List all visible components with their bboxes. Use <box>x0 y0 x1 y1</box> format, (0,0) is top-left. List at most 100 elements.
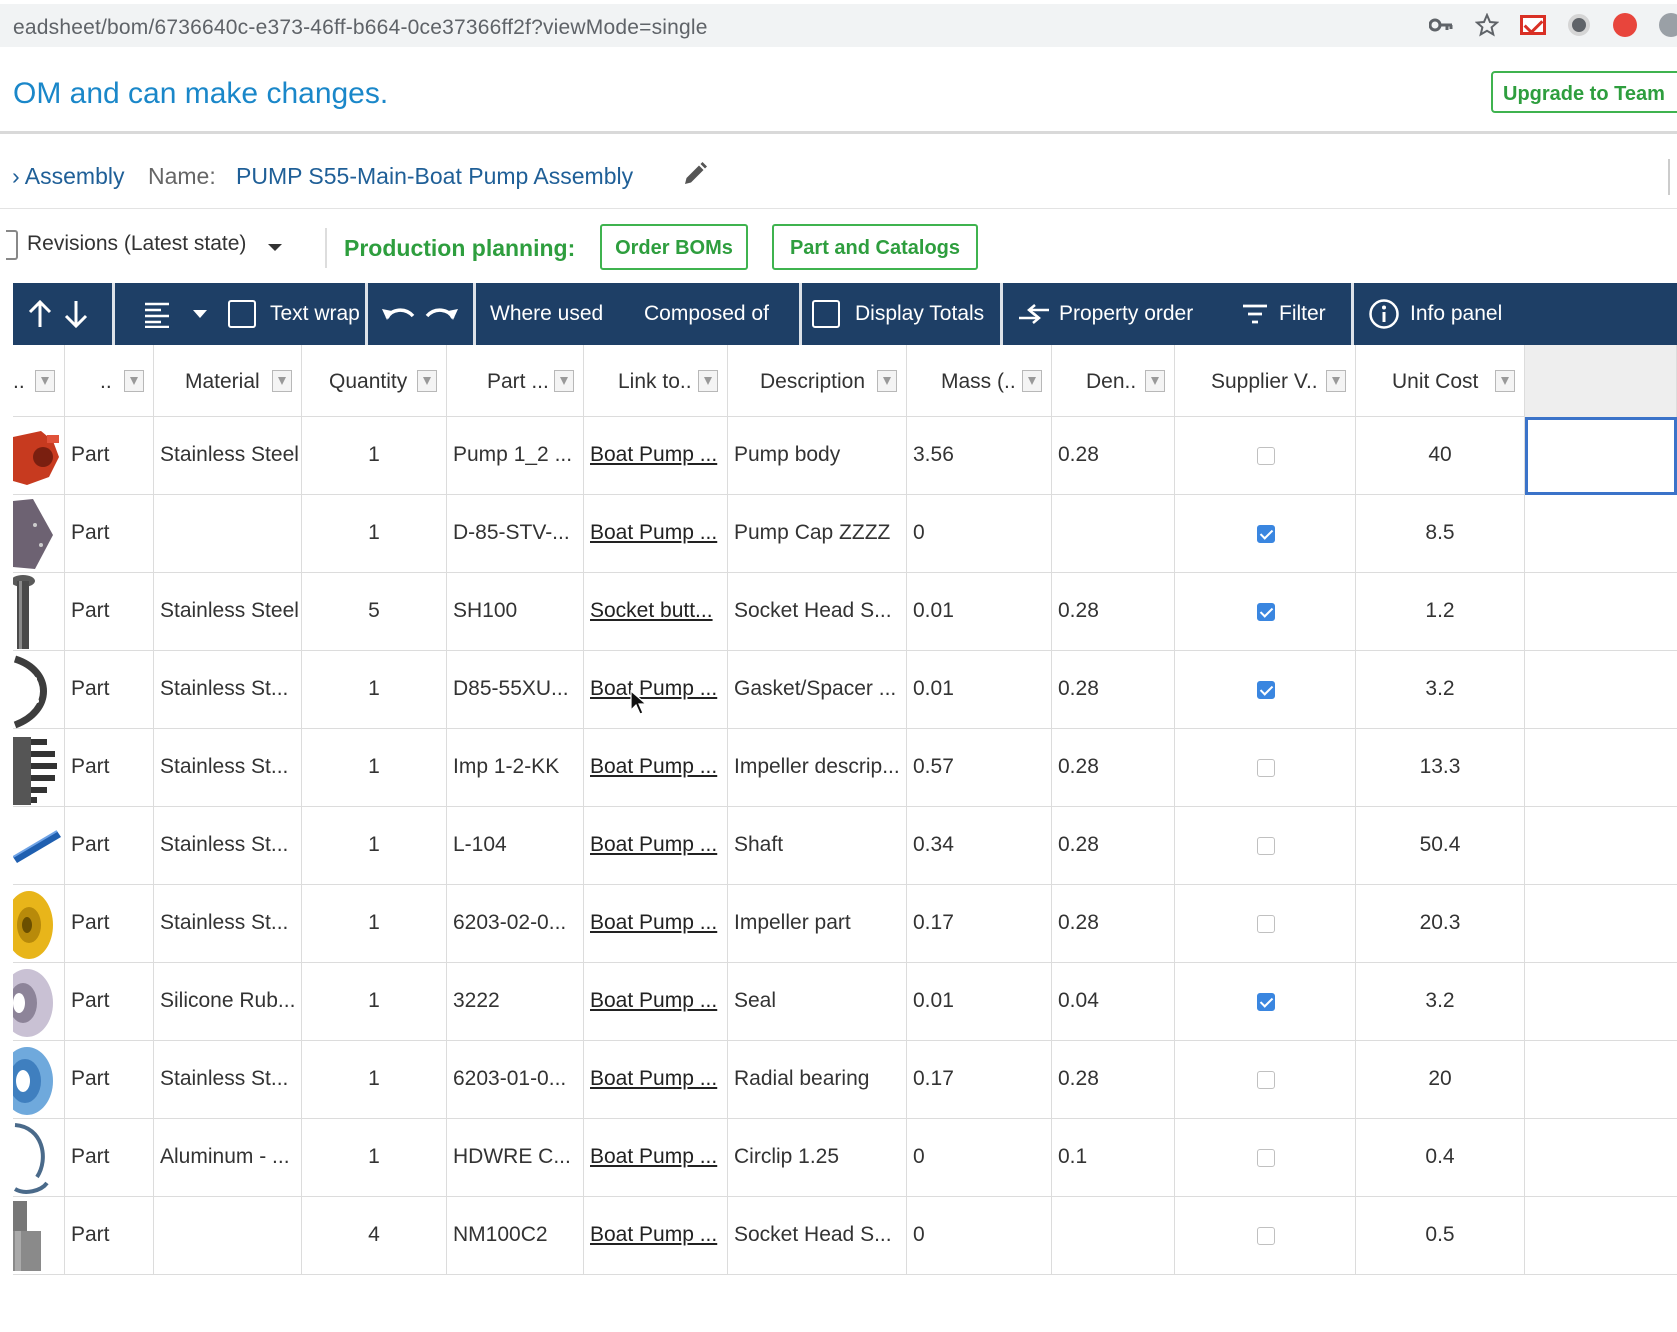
col-header-material[interactable]: Material <box>154 345 302 417</box>
part-thumbnail[interactable] <box>13 1197 65 1275</box>
cell-description[interactable]: Pump Cap ZZZZ <box>728 495 907 573</box>
cell-unit-cost[interactable]: 0.4 <box>1356 1119 1525 1197</box>
display-totals-checkbox[interactable] <box>812 300 840 328</box>
part-link[interactable]: Socket butt... <box>590 599 713 622</box>
cell-part[interactable]: L-104 <box>447 807 584 885</box>
cell-mass[interactable]: 0.34 <box>907 807 1052 885</box>
part-thumbnail[interactable] <box>13 885 65 963</box>
cell-quantity[interactable]: 1 <box>302 651 447 729</box>
col-header-supplier[interactable]: Supplier V.. <box>1175 345 1356 417</box>
supplier-checkbox[interactable] <box>1257 993 1275 1011</box>
part-thumbnail[interactable] <box>13 807 65 885</box>
pencil-icon[interactable] <box>682 161 708 187</box>
part-thumbnail[interactable] <box>13 1041 65 1119</box>
cell-density[interactable]: 0.04 <box>1052 963 1175 1041</box>
cell-material[interactable]: Stainless Steel <box>154 417 302 495</box>
cell-description[interactable]: Impeller part <box>728 885 907 963</box>
align-icon[interactable] <box>143 283 171 345</box>
cell-material[interactable] <box>154 1197 302 1275</box>
cell-unit-cost[interactable]: 20 <box>1356 1041 1525 1119</box>
cell-supplier[interactable] <box>1175 573 1356 651</box>
cell-part[interactable]: 6203-02-0... <box>447 885 584 963</box>
cell-unit-cost[interactable]: 8.5 <box>1356 495 1525 573</box>
filter-button[interactable]: Filter <box>1241 283 1326 345</box>
table-row[interactable]: Part Aluminum - ... 1 HDWRE C... Boat Pump .… <box>13 1119 1677 1197</box>
cell-part[interactable]: D85-55XU... <box>447 651 584 729</box>
table-row[interactable]: Part 1 D-85-STV-... Boat Pump ... Pump Cap Z… <box>13 495 1677 573</box>
filter-dropdown-icon[interactable] <box>554 370 574 392</box>
cell-extra[interactable] <box>1525 495 1677 573</box>
cell-type[interactable]: Part <box>65 729 154 807</box>
cell-density[interactable]: 0.28 <box>1052 807 1175 885</box>
col-header-part[interactable]: Part ... <box>447 345 584 417</box>
filter-dropdown-icon[interactable] <box>1326 370 1346 392</box>
cell-type[interactable]: Part <box>65 1119 154 1197</box>
cell-type[interactable]: Part <box>65 807 154 885</box>
cell-unit-cost[interactable]: 20.3 <box>1356 885 1525 963</box>
cell-link[interactable]: Boat Pump ... <box>584 1197 728 1275</box>
cell-extra[interactable] <box>1525 729 1677 807</box>
cell-unit-cost[interactable]: 0.5 <box>1356 1197 1525 1275</box>
cell-unit-cost[interactable]: 13.3 <box>1356 729 1525 807</box>
part-thumbnail[interactable] <box>13 573 65 651</box>
cell-quantity[interactable]: 1 <box>302 1041 447 1119</box>
url-text[interactable]: eadsheet/bom/6736640c-e373-46ff-b664-0ce… <box>13 16 708 40</box>
table-row[interactable]: Part Stainless St... 1 L-104 Boat Pump ... Sh… <box>13 807 1677 885</box>
part-link[interactable]: Boat Pump ... <box>590 833 717 856</box>
filter-dropdown-icon[interactable] <box>1022 370 1042 392</box>
part-thumbnail[interactable] <box>13 1119 65 1197</box>
cell-mass[interactable]: 0.17 <box>907 885 1052 963</box>
supplier-checkbox[interactable] <box>1257 681 1275 699</box>
revisions-dropdown[interactable]: Revisions (Latest state) <box>27 232 246 256</box>
cell-type[interactable]: Part <box>65 963 154 1041</box>
cell-link[interactable]: Boat Pump ... <box>584 1119 728 1197</box>
col-header-unit-cost[interactable]: Unit Cost <box>1356 345 1525 417</box>
cell-extra[interactable] <box>1525 651 1677 729</box>
cell-description[interactable]: Pump body <box>728 417 907 495</box>
supplier-checkbox[interactable] <box>1257 447 1275 465</box>
cell-extra[interactable] <box>1525 573 1677 651</box>
cell-type[interactable]: Part <box>65 417 154 495</box>
cell-supplier[interactable] <box>1175 807 1356 885</box>
dark-circle-extension-icon[interactable] <box>1565 11 1593 39</box>
filter-dropdown-icon[interactable] <box>35 370 55 392</box>
cell-density[interactable]: 0.28 <box>1052 1041 1175 1119</box>
cell-type[interactable]: Part <box>65 651 154 729</box>
cell-supplier[interactable] <box>1175 885 1356 963</box>
table-row[interactable]: Part Stainless St... 1 Imp 1-2-KK Boat Pump … <box>13 729 1677 807</box>
supplier-checkbox[interactable] <box>1257 1071 1275 1089</box>
cell-part[interactable]: Pump 1_2 ... <box>447 417 584 495</box>
cell-mass[interactable]: 0.01 <box>907 573 1052 651</box>
table-row[interactable]: Part Stainless St... 1 6203-02-0... Boat Pum… <box>13 885 1677 963</box>
gmail-extension-icon[interactable] <box>1519 11 1547 39</box>
part-and-catalogs-button[interactable]: Part and Catalogs <box>772 224 978 270</box>
cell-material[interactable]: Stainless St... <box>154 651 302 729</box>
cell-link[interactable]: Boat Pump ... <box>584 729 728 807</box>
filter-dropdown-icon[interactable] <box>1145 370 1165 392</box>
property-order-button[interactable]: Property order <box>1017 283 1193 345</box>
cell-extra[interactable] <box>1525 963 1677 1041</box>
cell-material[interactable]: Stainless St... <box>154 1041 302 1119</box>
supplier-checkbox[interactable] <box>1257 759 1275 777</box>
cell-quantity[interactable]: 5 <box>302 573 447 651</box>
cell-link[interactable]: Boat Pump ... <box>584 651 728 729</box>
part-thumbnail[interactable] <box>13 495 65 573</box>
cell-mass[interactable]: 0.17 <box>907 1041 1052 1119</box>
where-used-button[interactable]: Where used <box>490 283 603 345</box>
cell-mass[interactable]: 0 <box>907 495 1052 573</box>
cell-density[interactable] <box>1052 495 1175 573</box>
cell-unit-cost[interactable]: 1.2 <box>1356 573 1525 651</box>
part-link[interactable]: Boat Pump ... <box>590 677 717 700</box>
part-link[interactable]: Boat Pump ... <box>590 989 717 1012</box>
cell-supplier[interactable] <box>1175 1119 1356 1197</box>
chevron-down-icon[interactable] <box>193 283 207 345</box>
supplier-checkbox[interactable] <box>1257 603 1275 621</box>
col-header-density[interactable]: Den.. <box>1052 345 1175 417</box>
part-link[interactable]: Boat Pump ... <box>590 443 717 466</box>
supplier-checkbox[interactable] <box>1257 1149 1275 1167</box>
cell-mass[interactable]: 0 <box>907 1119 1052 1197</box>
cell-quantity[interactable]: 1 <box>302 495 447 573</box>
cell-supplier[interactable] <box>1175 1041 1356 1119</box>
cell-extra[interactable] <box>1525 1197 1677 1275</box>
col-header-link[interactable]: Link to.. <box>584 345 728 417</box>
